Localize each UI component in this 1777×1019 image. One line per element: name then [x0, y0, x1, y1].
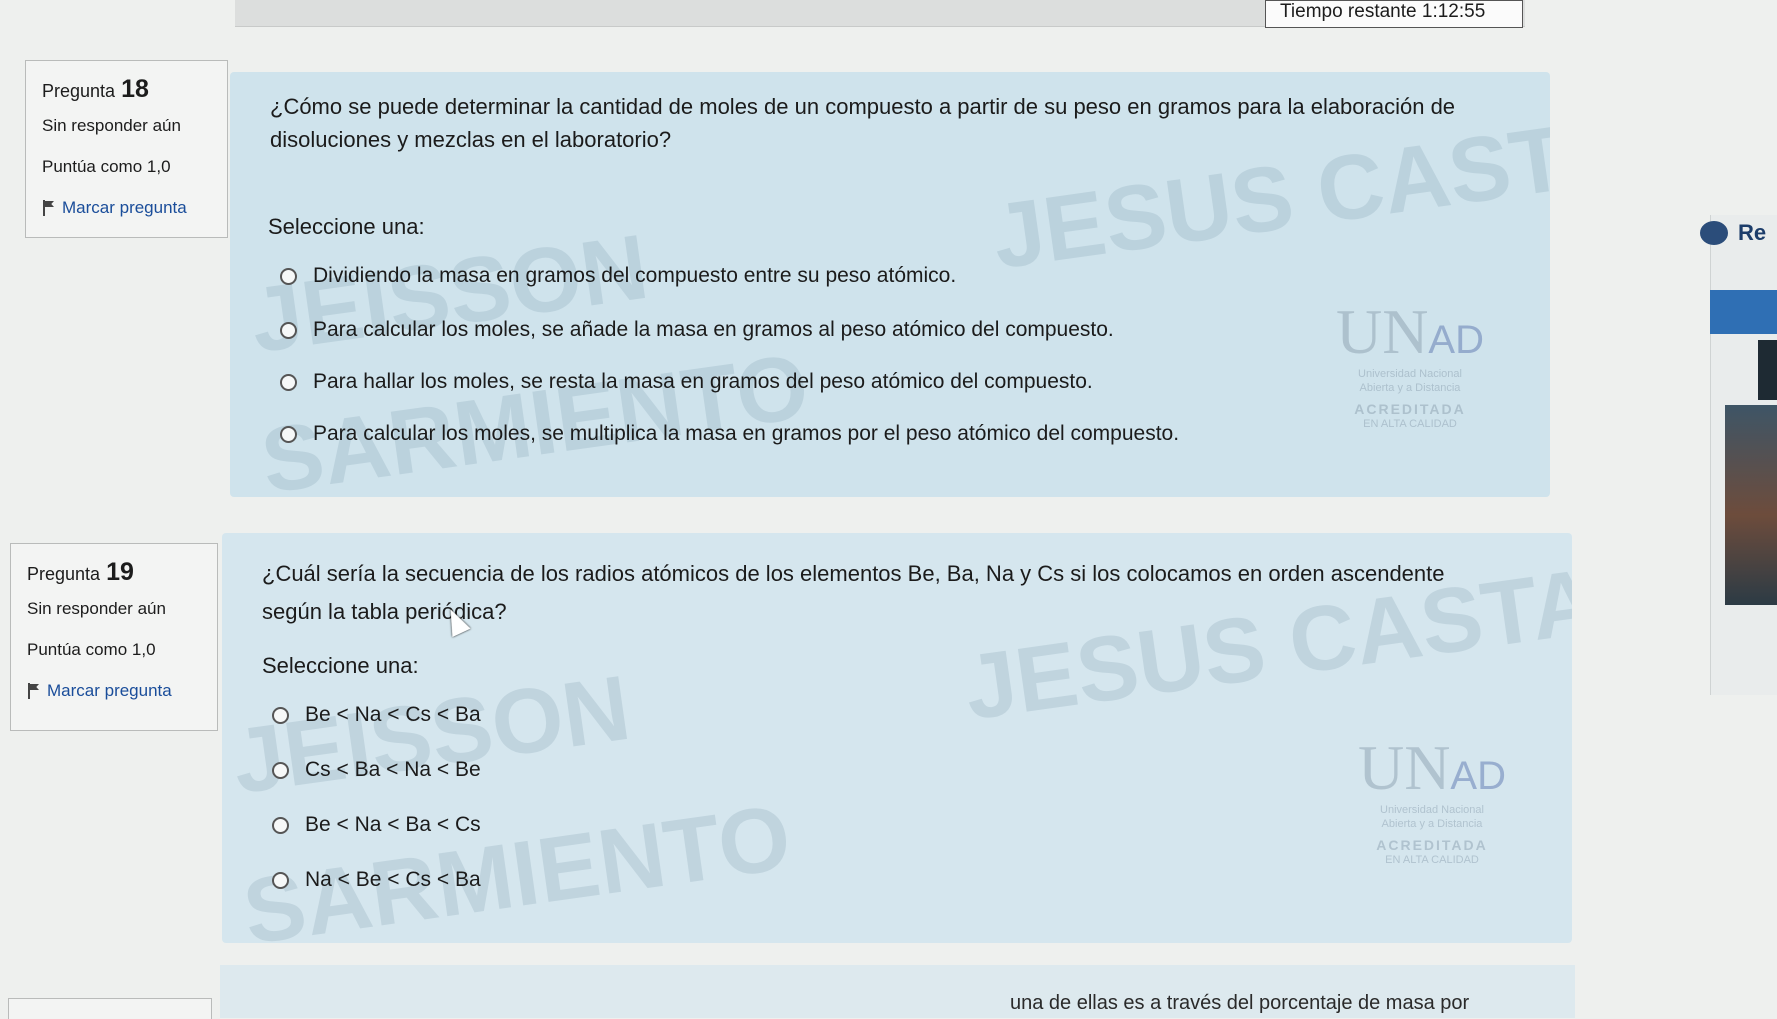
option-label: Be < Na < Cs < Ba	[305, 703, 481, 726]
flag-icon	[27, 683, 39, 699]
option-label: Para calcular los moles, se multiplica l…	[313, 422, 1180, 445]
select-prompt: Seleccione una:	[262, 653, 419, 678]
unad-logo: UNAD Universidad Nacional Abierta y a Di…	[1357, 732, 1506, 867]
radio-button[interactable]	[272, 761, 289, 779]
flag-label: Marcar pregunta	[47, 681, 172, 700]
question-points: Puntúa como 1,0	[27, 640, 156, 659]
side-dark-tab[interactable]	[1758, 340, 1777, 400]
radio-button[interactable]	[272, 706, 289, 724]
flag-icon	[42, 200, 54, 216]
question-info-19: Pregunta 19 Sin responder aún Puntúa como…	[10, 543, 218, 731]
radio-button[interactable]	[272, 871, 289, 889]
answer-option[interactable]: Para calcular los moles, se añade la mas…	[280, 318, 1114, 342]
radio-button[interactable]	[280, 425, 297, 443]
question-text: ¿Cómo se puede determinar la cantidad de…	[270, 94, 1456, 152]
unad-logo: UNAD Universidad Nacional Abierta y a Di…	[1335, 296, 1484, 431]
radio-button[interactable]	[280, 373, 297, 391]
question-card-18: JESUS CASTAÑO JEISSON SARMIENTO UNAD Uni…	[230, 72, 1550, 497]
question-card-19: JESUS CASTAÑO JEISSON SARMIENTO UNAD Uni…	[222, 533, 1572, 943]
watermark-first-name: JEISSON	[226, 656, 636, 814]
radio-button[interactable]	[272, 816, 289, 834]
radio-button[interactable]	[280, 267, 297, 285]
option-label: Para calcular los moles, se añade la mas…	[313, 318, 1114, 341]
answer-option[interactable]: Para calcular los moles, se multiplica l…	[280, 422, 1179, 446]
question-points: Puntúa como 1,0	[42, 157, 171, 176]
question-number: Pregunta 18	[42, 75, 149, 103]
side-thumbnail	[1725, 405, 1777, 605]
question-status: Sin responder aún	[27, 599, 166, 618]
next-question-info	[8, 998, 212, 1019]
review-button[interactable]: Re	[1700, 220, 1766, 246]
option-label: Dividiendo la masa en gramos del compues…	[313, 264, 957, 287]
answer-option[interactable]: Cs < Ba < Na < Be	[272, 758, 481, 782]
answer-option[interactable]: Na < Be < Cs < Ba	[272, 868, 481, 892]
flag-question-link[interactable]: Marcar pregunta	[27, 681, 201, 701]
watermark-surname: SARMIENTO	[237, 786, 797, 943]
flag-question-link[interactable]: Marcar pregunta	[42, 198, 211, 218]
timer-label: Tiempo restante	[1280, 1, 1417, 22]
time-remaining: Tiempo restante 1:12:55	[1265, 0, 1523, 28]
question-text: ¿Cuál sería la secuencia de los radios a…	[262, 561, 1445, 624]
radio-button[interactable]	[280, 321, 297, 339]
side-blue-button[interactable]	[1710, 290, 1777, 334]
select-prompt: Seleccione una:	[268, 214, 425, 239]
question-status: Sin responder aún	[42, 116, 181, 135]
option-label: Cs < Ba < Na < Be	[305, 758, 481, 781]
next-question-text: una de ellas es a través del porcentaje …	[1010, 992, 1470, 1014]
answer-option[interactable]: Be < Na < Cs < Ba	[272, 703, 481, 727]
review-icon	[1700, 221, 1728, 245]
timer-value: 1:12:55	[1421, 1, 1486, 22]
answer-option[interactable]: Para hallar los moles, se resta la masa …	[280, 370, 1093, 394]
option-label: Na < Be < Cs < Ba	[305, 868, 481, 891]
question-number: Pregunta 19	[27, 558, 134, 586]
flag-label: Marcar pregunta	[62, 198, 187, 217]
answer-option[interactable]: Be < Na < Ba < Cs	[272, 813, 481, 837]
review-label: Re	[1738, 220, 1767, 245]
answer-option[interactable]: Dividiendo la masa en gramos del compues…	[280, 264, 956, 288]
question-info-18: Pregunta 18 Sin responder aún Puntúa como…	[25, 60, 228, 238]
option-label: Para hallar los moles, se resta la masa …	[313, 370, 1093, 393]
watermark-surname: SARMIENTO	[255, 335, 815, 497]
option-label: Be < Na < Ba < Cs	[305, 813, 481, 836]
